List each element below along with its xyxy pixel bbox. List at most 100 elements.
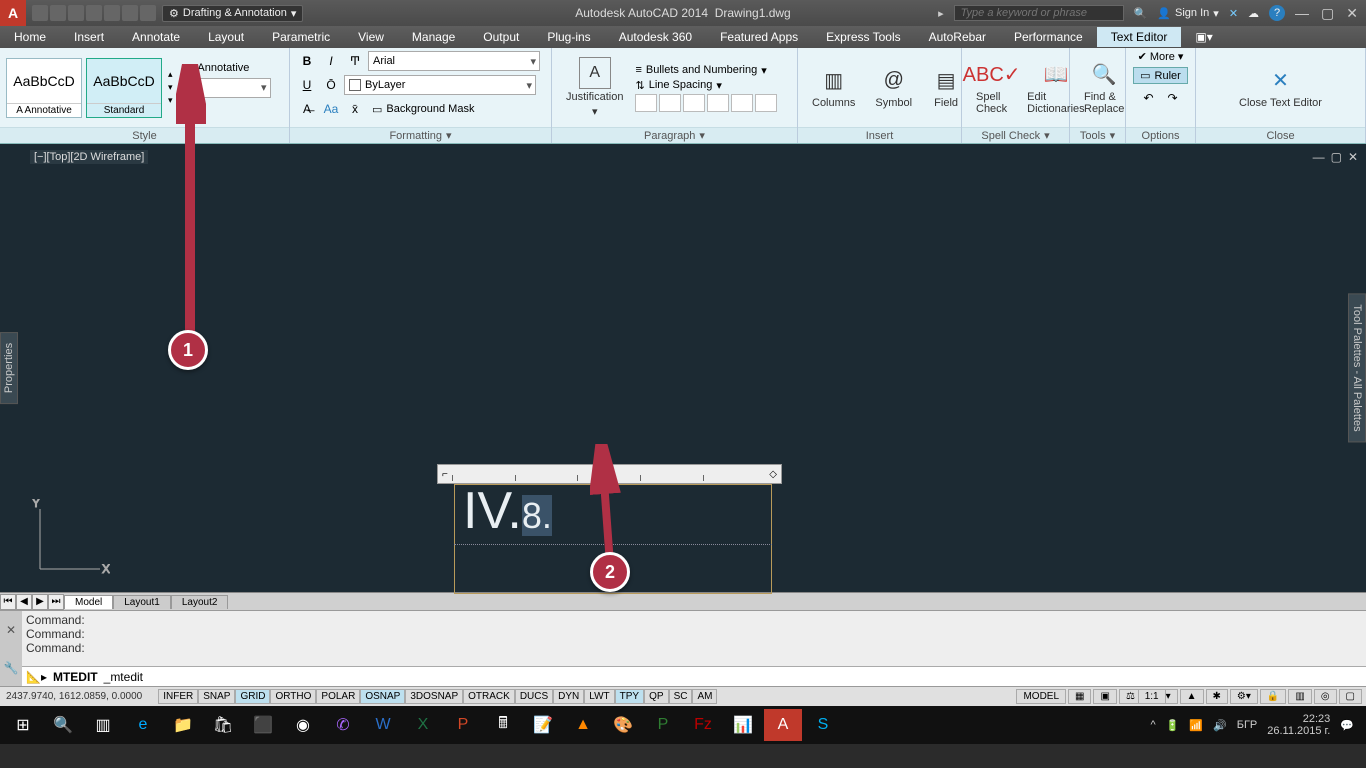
toggle-osnap[interactable]: OSNAP <box>360 689 405 704</box>
app-icon[interactable]: ⬛ <box>244 709 282 741</box>
tab-output[interactable]: Output <box>469 27 533 47</box>
notifications-icon[interactable]: 💬 <box>1340 719 1354 732</box>
layer-selector[interactable]: ByLayer <box>344 75 536 95</box>
minimize-button[interactable]: — <box>1295 5 1309 22</box>
app-logo[interactable]: A <box>0 0 26 26</box>
status-hw-icon[interactable]: ▥ <box>1288 689 1311 704</box>
command-input[interactable]: 📐▸ MTEDIT _mtedit <box>22 666 1366 686</box>
status-annovis-icon[interactable]: ✱ <box>1206 689 1228 704</box>
close-editor-button[interactable]: ✕Close Text Editor <box>1231 65 1330 111</box>
scroll-down-icon[interactable]: ▾ <box>168 82 173 93</box>
status-scale[interactable]: ⚖ 1:1▾ <box>1119 689 1178 704</box>
app2-icon[interactable]: 📊 <box>724 709 762 741</box>
chrome-icon[interactable]: ◉ <box>284 709 322 741</box>
italic-button[interactable]: I <box>320 51 342 71</box>
style-annotative[interactable]: AaBbCcD A Annotative <box>6 58 82 118</box>
drawing-area[interactable]: [−][Top][2D Wireframe] — ▢ ✕ Properties … <box>0 144 1366 592</box>
spellcheck-button[interactable]: ABC✓Spell Check <box>968 59 1015 117</box>
cloud-icon[interactable]: ☁ <box>1248 7 1259 20</box>
system-tray[interactable]: ^ 🔋 📶 🔊 БГР 22:2326.11.2015 г. 💬 <box>1150 713 1362 737</box>
layout-next-icon[interactable]: ▶ <box>32 594 48 610</box>
tray-up-icon[interactable]: ^ <box>1150 719 1155 731</box>
ruler-button[interactable]: ▭ Ruler <box>1133 67 1188 84</box>
tab-parametric[interactable]: Parametric <box>258 27 344 47</box>
skype-icon[interactable]: S <box>804 709 842 741</box>
filezilla-icon[interactable]: Fz <box>684 709 722 741</box>
strikethrough-button[interactable]: A̶ <box>296 99 318 119</box>
background-mask-button[interactable]: ▭ Background Mask <box>372 103 474 116</box>
status-ws-icon[interactable]: ⚙▾ <box>1230 689 1258 704</box>
exchange-icon[interactable]: ✕ <box>1229 7 1238 20</box>
chevron-right-icon[interactable]: ▸ <box>938 7 944 20</box>
edge-icon[interactable]: e <box>124 709 162 741</box>
paint-icon[interactable]: 🎨 <box>604 709 642 741</box>
viewport-maximize-icon[interactable]: ▢ <box>1331 150 1342 164</box>
tab-view[interactable]: View <box>344 27 398 47</box>
scroll-up-icon[interactable]: ▴ <box>168 69 173 80</box>
toggle-otrack[interactable]: OTRACK <box>463 689 515 704</box>
qat-saveas-icon[interactable] <box>86 5 102 21</box>
tab-performance[interactable]: Performance <box>1000 27 1097 47</box>
justification-button[interactable]: A Justification▾ <box>558 55 631 120</box>
toggle-polar[interactable]: POLAR <box>316 689 360 704</box>
qat-undo-icon[interactable] <box>122 5 138 21</box>
workspace-selector[interactable]: ⚙ Drafting & Annotation ▾ <box>162 5 303 22</box>
maximize-button[interactable]: ▢ <box>1321 5 1334 22</box>
overline-button[interactable]: Ō <box>320 75 342 95</box>
tab-autodesk360[interactable]: Autodesk 360 <box>605 27 706 47</box>
qat-open-icon[interactable] <box>50 5 66 21</box>
vlc-icon[interactable]: ▲ <box>564 709 602 741</box>
binoculars-icon[interactable]: 🔍 <box>1134 7 1148 20</box>
signin-button[interactable]: 👤Sign In▾ <box>1157 7 1218 20</box>
status-annoscale-icon[interactable]: ▲ <box>1180 689 1204 704</box>
layout-tab-layout2[interactable]: Layout2 <box>171 595 229 609</box>
viewport-label[interactable]: [−][Top][2D Wireframe] <box>30 150 148 164</box>
underline-button[interactable]: U <box>296 75 318 95</box>
symbol-button[interactable]: @Symbol <box>867 65 920 111</box>
search-button[interactable]: 🔍 <box>44 709 82 741</box>
project-icon[interactable]: P <box>644 709 682 741</box>
toggle-am[interactable]: AM <box>692 689 717 704</box>
tab-annotate[interactable]: Annotate <box>118 27 194 47</box>
status-isolate-icon[interactable]: ◎ <box>1314 689 1337 704</box>
status-lock-icon[interactable]: 🔒 <box>1260 689 1286 704</box>
tab-text-editor[interactable]: Text Editor <box>1097 27 1182 47</box>
toggle-snap[interactable]: SNAP <box>198 689 235 704</box>
text-height-input[interactable]: 2 <box>183 78 271 98</box>
toggle-lwt[interactable]: LWT <box>584 689 614 704</box>
store-icon[interactable]: 🛍 <box>204 709 242 741</box>
powerpoint-icon[interactable]: P <box>444 709 482 741</box>
excel-icon[interactable]: X <box>404 709 442 741</box>
properties-palette-tab[interactable]: Properties <box>0 332 18 404</box>
expand-icon[interactable]: ▾ <box>168 95 173 106</box>
volume-icon[interactable]: 🔊 <box>1213 719 1227 732</box>
toggle-3dosnap[interactable]: 3DOSNAP <box>405 689 463 704</box>
toggle-grid[interactable]: GRID <box>235 689 270 704</box>
style-standard[interactable]: AaBbCcD Standard <box>86 58 162 118</box>
tab-insert[interactable]: Insert <box>60 27 118 47</box>
viewport-close-icon[interactable]: ✕ <box>1348 150 1358 164</box>
toggle-dyn[interactable]: DYN <box>553 689 584 704</box>
tab-autorebar[interactable]: AutoRebar <box>915 27 1000 47</box>
viewport-minimize-icon[interactable]: — <box>1313 150 1325 164</box>
toggle-infer[interactable]: INFER <box>158 689 198 704</box>
toggle-ortho[interactable]: ORTHO <box>270 689 316 704</box>
qat-save-icon[interactable] <box>68 5 84 21</box>
toggle-tpy[interactable]: TPY <box>615 689 644 704</box>
close-button[interactable]: ✕ <box>1346 5 1358 22</box>
toggle-qp[interactable]: QP <box>644 689 668 704</box>
panel-title-paragraph[interactable]: Paragraph ▾ <box>552 127 797 143</box>
redo-button[interactable]: ↷ <box>1162 88 1184 108</box>
undo-button[interactable]: ↶ <box>1138 88 1160 108</box>
bullets-button[interactable]: ≡ Bullets and Numbering ▾ <box>635 64 777 77</box>
language-indicator[interactable]: БГР <box>1237 719 1258 731</box>
status-model[interactable]: MODEL <box>1016 689 1066 704</box>
tab-featured[interactable]: Featured Apps <box>706 27 812 47</box>
more-button[interactable]: ✔ More ▾ <box>1138 50 1184 63</box>
status-layout-icon[interactable]: ▣ <box>1093 689 1116 704</box>
calculator-icon[interactable]: 🖩 <box>484 709 522 741</box>
font-selector[interactable]: Arial <box>368 51 540 71</box>
qat-new-icon[interactable] <box>32 5 48 21</box>
help-icon[interactable]: ? <box>1269 5 1285 21</box>
tab-layout[interactable]: Layout <box>194 27 258 47</box>
